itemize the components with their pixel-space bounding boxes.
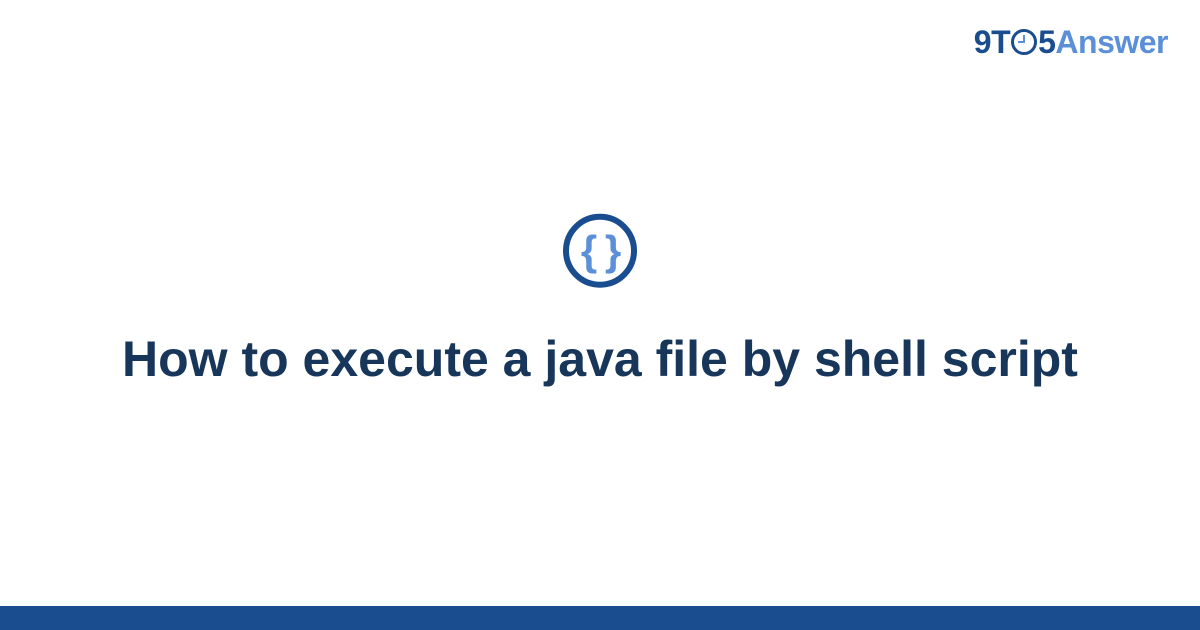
code-braces-icon: { } [563,214,637,288]
main-content: { } How to execute a java file by shell … [0,214,1200,391]
footer-bar [0,606,1200,630]
logo-nine: 9 [974,24,991,60]
clock-icon [1011,29,1037,55]
logo-t: T [991,24,1010,60]
braces-glyph: { } [581,230,619,272]
logo-five: 5 [1038,24,1055,60]
site-logo: 9T5Answer [974,24,1168,61]
page-title: How to execute a java file by shell scri… [0,328,1200,391]
logo-answer: Answer [1055,24,1168,60]
